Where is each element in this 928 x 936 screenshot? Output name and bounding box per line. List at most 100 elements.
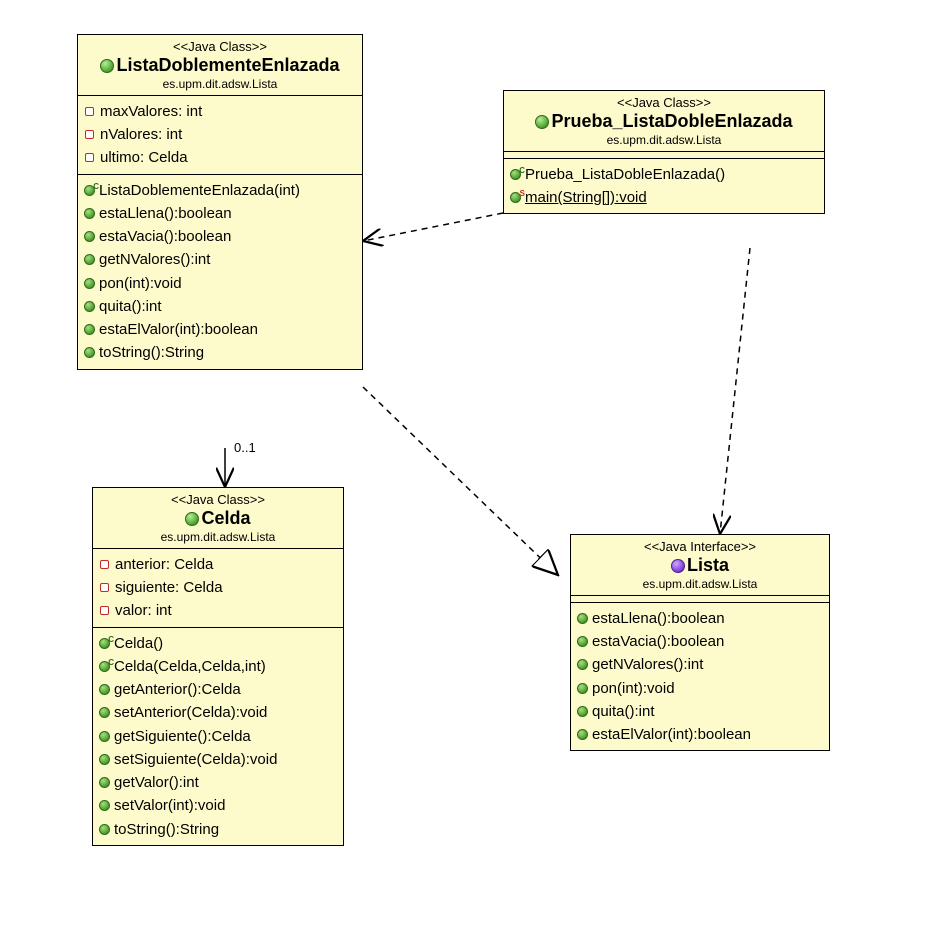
class-name: ListaDoblementeEnlazada bbox=[116, 56, 339, 76]
method-text: getValor():int bbox=[114, 771, 199, 794]
class-header: <<Java Class>> Prueba_ListaDobleEnlazada… bbox=[504, 91, 824, 152]
method-text: toString():String bbox=[114, 818, 219, 841]
edge-prueba-to-lde bbox=[363, 213, 503, 241]
method-icon: C bbox=[99, 638, 110, 649]
methods-section: estaLlena():booleanestaVacia():booleange… bbox=[571, 603, 829, 751]
uml-method: getNValores():int bbox=[84, 248, 356, 271]
uml-method: estaElValor(int):boolean bbox=[577, 723, 823, 746]
class-icon bbox=[100, 59, 114, 73]
fields-section-empty bbox=[571, 596, 829, 603]
class-header: <<Java Interface>> Lista es.upm.dit.adsw… bbox=[571, 535, 829, 596]
field-icon bbox=[85, 107, 94, 116]
method-text: getSiguiente():Celda bbox=[114, 725, 251, 748]
field-icon bbox=[100, 560, 109, 569]
method-text: setValor(int):void bbox=[114, 794, 225, 817]
method-text: quita():int bbox=[99, 295, 162, 318]
uml-method: setSiguiente(Celda):void bbox=[99, 748, 337, 771]
method-text: pon(int):void bbox=[592, 677, 675, 700]
fields-section-empty bbox=[504, 152, 824, 159]
method-icon bbox=[577, 729, 588, 740]
method-icon bbox=[99, 707, 110, 718]
method-icon bbox=[84, 231, 95, 242]
method-text: getNValores():int bbox=[592, 653, 703, 676]
multiplicity-lde-celda: 0..1 bbox=[234, 440, 256, 455]
method-icon bbox=[577, 613, 588, 624]
method-text: toString():String bbox=[99, 341, 204, 364]
method-icon bbox=[577, 636, 588, 647]
method-text: Celda() bbox=[114, 632, 163, 655]
method-icon bbox=[84, 324, 95, 335]
method-icon: S bbox=[510, 192, 521, 203]
class-box-lista_doblemente_enlazada: <<Java Class>> ListaDoblementeEnlazada e… bbox=[77, 34, 363, 370]
methods-section: CListaDoblementeEnlazada(int)estaLlena()… bbox=[78, 175, 362, 369]
uml-field: nValores: int bbox=[84, 123, 356, 146]
method-text: estaLlena():boolean bbox=[99, 202, 232, 225]
field-text: valor: int bbox=[115, 599, 172, 622]
method-text: quita():int bbox=[592, 700, 655, 723]
class-name: Prueba_ListaDobleEnlazada bbox=[551, 112, 792, 132]
method-icon: C bbox=[510, 169, 521, 180]
method-icon bbox=[577, 706, 588, 717]
method-icon bbox=[84, 254, 95, 265]
package-label: es.upm.dit.adsw.Lista bbox=[99, 530, 337, 544]
uml-method: getValor():int bbox=[99, 771, 337, 794]
uml-method: CCelda() bbox=[99, 632, 337, 655]
uml-method: toString():String bbox=[84, 341, 356, 364]
methods-section: CPrueba_ListaDobleEnlazada()Smain(String… bbox=[504, 159, 824, 214]
method-icon bbox=[99, 777, 110, 788]
uml-method: estaElValor(int):boolean bbox=[84, 318, 356, 341]
uml-field: valor: int bbox=[99, 599, 337, 622]
field-icon bbox=[85, 130, 94, 139]
package-label: es.upm.dit.adsw.Lista bbox=[84, 77, 356, 91]
field-text: nValores: int bbox=[100, 123, 182, 146]
field-icon bbox=[85, 153, 94, 162]
method-icon bbox=[577, 683, 588, 694]
field-icon bbox=[100, 606, 109, 615]
method-text: estaLlena():boolean bbox=[592, 607, 725, 630]
method-icon bbox=[99, 800, 110, 811]
interface-box-lista: <<Java Interface>> Lista es.upm.dit.adsw… bbox=[570, 534, 830, 751]
uml-method: setValor(int):void bbox=[99, 794, 337, 817]
fields-section: maxValores: intnValores: intultimo: Celd… bbox=[78, 96, 362, 175]
uml-method: CPrueba_ListaDobleEnlazada() bbox=[510, 163, 818, 186]
constructor-badge: C bbox=[108, 634, 114, 646]
class-icon bbox=[535, 115, 549, 129]
method-icon bbox=[577, 659, 588, 670]
field-text: siguiente: Celda bbox=[115, 576, 223, 599]
uml-field: maxValores: int bbox=[84, 100, 356, 123]
constructor-badge: C bbox=[519, 165, 525, 177]
method-text: estaElValor(int):boolean bbox=[99, 318, 258, 341]
uml-method: pon(int):void bbox=[577, 677, 823, 700]
method-text: estaVacia():boolean bbox=[99, 225, 231, 248]
uml-method: CListaDoblementeEnlazada(int) bbox=[84, 179, 356, 202]
field-icon bbox=[100, 583, 109, 592]
field-text: maxValores: int bbox=[100, 100, 202, 123]
class-box-celda: <<Java Class>> Celda es.upm.dit.adsw.Lis… bbox=[92, 487, 344, 846]
edge-prueba-to-lista bbox=[720, 248, 750, 534]
uml-method: pon(int):void bbox=[84, 272, 356, 295]
constructor-badge: C bbox=[93, 181, 99, 193]
method-text: estaElValor(int):boolean bbox=[592, 723, 751, 746]
uml-field: siguiente: Celda bbox=[99, 576, 337, 599]
method-text: Celda(Celda,Celda,int) bbox=[114, 655, 266, 678]
method-text: pon(int):void bbox=[99, 272, 182, 295]
uml-method: Smain(String[]):void bbox=[510, 186, 818, 209]
uml-method: estaVacia():boolean bbox=[577, 630, 823, 653]
methods-section: CCelda()CCelda(Celda,Celda,int)getAnteri… bbox=[93, 628, 343, 845]
uml-method: quita():int bbox=[577, 700, 823, 723]
class-box-prueba_lista_doble_enlazada: <<Java Class>> Prueba_ListaDobleEnlazada… bbox=[503, 90, 825, 214]
method-text: ListaDoblementeEnlazada(int) bbox=[99, 179, 300, 202]
method-icon bbox=[99, 731, 110, 742]
static-badge: S bbox=[520, 188, 525, 200]
uml-method: getSiguiente():Celda bbox=[99, 725, 337, 748]
uml-method: estaVacia():boolean bbox=[84, 225, 356, 248]
method-text: estaVacia():boolean bbox=[592, 630, 724, 653]
uml-diagram-canvas: 0..1 <<Java Class>> ListaDoblementeEnlaz… bbox=[0, 0, 928, 936]
method-text: main(String[]):void bbox=[525, 186, 647, 209]
method-text: getNValores():int bbox=[99, 248, 210, 271]
method-icon bbox=[99, 824, 110, 835]
interface-icon bbox=[671, 559, 685, 573]
stereotype-label: <<Java Class>> bbox=[84, 39, 356, 54]
method-icon bbox=[99, 754, 110, 765]
package-label: es.upm.dit.adsw.Lista bbox=[510, 133, 818, 147]
